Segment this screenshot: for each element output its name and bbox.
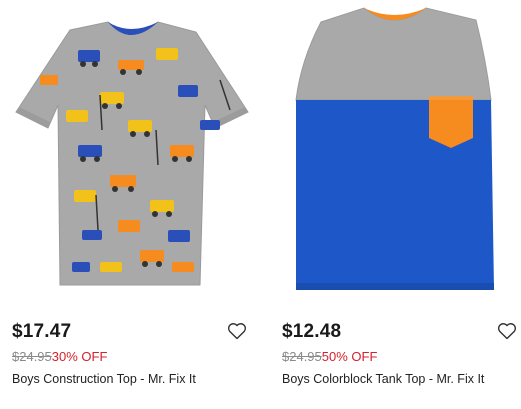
heart-outline-icon[interactable] [497, 322, 517, 340]
product-image[interactable] [0, 0, 258, 305]
heart-outline-icon[interactable] [227, 322, 247, 340]
discount-label: 50% OFF [321, 349, 378, 364]
discount-label: 30% OFF [51, 349, 108, 364]
sale-price: $12.48 [282, 321, 342, 342]
product-card[interactable]: $12.48 $24.9550% OFF Boys Colorblock Tan… [266, 0, 521, 409]
price-info: $24.9530% OFF [12, 349, 107, 364]
original-price: $24.95 [12, 349, 52, 364]
product-card[interactable]: $17.47 $24.9530% OFF Boys Construction T… [0, 0, 258, 409]
price-info: $24.9550% OFF [282, 349, 377, 364]
product-image[interactable] [266, 0, 521, 305]
original-price: $24.95 [282, 349, 322, 364]
product-name[interactable]: Boys Construction Top - Mr. Fix It [12, 372, 196, 386]
product-name[interactable]: Boys Colorblock Tank Top - Mr. Fix It [282, 372, 484, 386]
sale-price: $17.47 [12, 321, 72, 342]
